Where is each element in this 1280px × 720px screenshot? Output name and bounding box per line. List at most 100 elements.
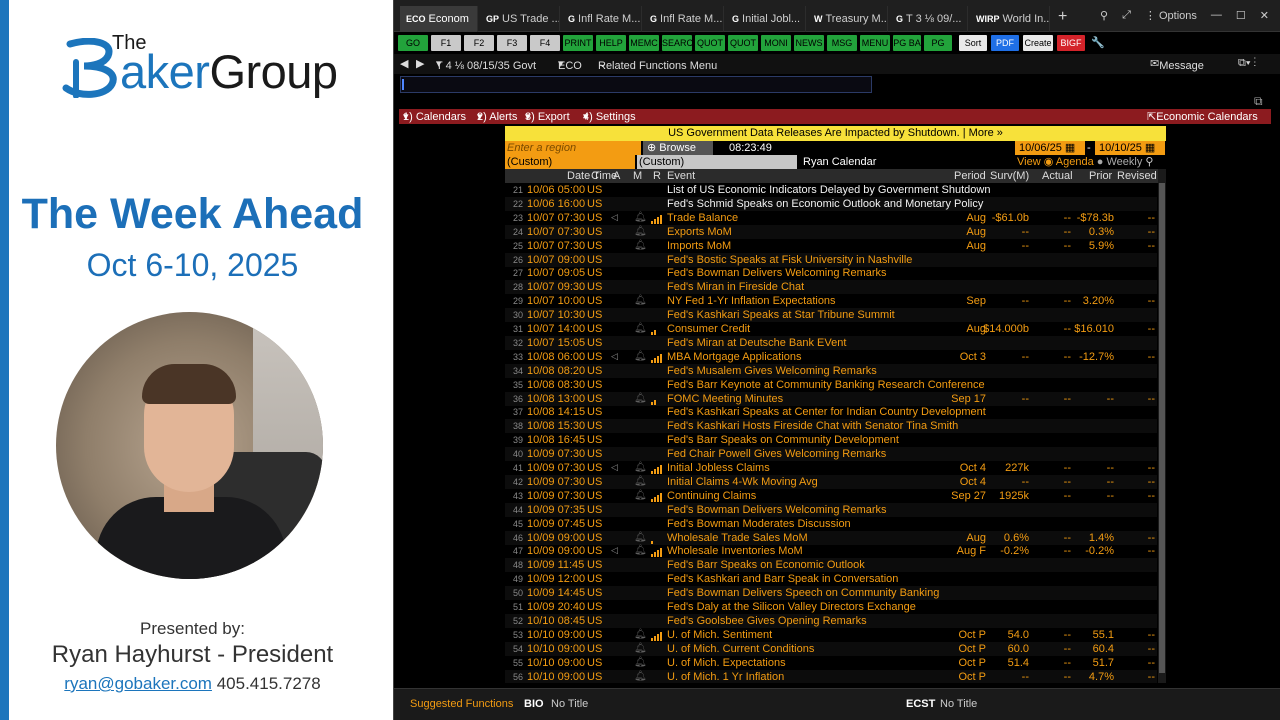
col-event[interactable]: Event (667, 170, 695, 182)
expand-icon[interactable]: ⤢ (1122, 9, 1131, 22)
fkey-quote-1[interactable]: QUOT (695, 35, 725, 51)
bigf-button[interactable]: BIGF (1057, 35, 1085, 51)
bell-icon[interactable]: 🔔︎ (634, 490, 647, 501)
table-row[interactable]: 50 10/09 14:45 US Fed's Bowman Delivers Spe… (505, 586, 1157, 601)
row-event[interactable]: Fed's Bowman Delivers Welcoming Remarks (667, 267, 887, 279)
table-row[interactable]: 38 10/08 15:30 US Fed's Kashkari Hosts Fire… (505, 419, 1157, 434)
row-event[interactable]: Fed's Miran in Fireside Chat (667, 281, 804, 293)
tab-eco[interactable]: ECO Econom (400, 6, 478, 32)
row-event[interactable]: List of US Economic Indicators Delayed b… (667, 184, 990, 196)
row-event[interactable]: MBA Mortgage Applications (667, 351, 802, 363)
table-row[interactable]: 52 10/10 08:45 US Fed's Goolsbee Gives Open… (505, 613, 1157, 628)
tab-infl-rate-1[interactable]: G Infl Rate M... (562, 6, 642, 32)
row-event[interactable]: Fed's Bostic Speaks at Fisk University i… (667, 254, 912, 266)
ecst-code[interactable]: ECST (906, 698, 935, 710)
person-icon[interactable]: ⚲ (1100, 9, 1108, 22)
fkey-memc[interactable]: MEMC (629, 35, 659, 51)
table-row[interactable]: 56 10/10 09:00 US 🔔︎ U. of Mich. 1 Yr Inflat… (505, 669, 1157, 683)
row-event[interactable]: Fed's Schmid Speaks on Economic Outlook … (667, 198, 983, 210)
bell-icon[interactable]: 🔔︎ (634, 476, 647, 487)
settings-menu[interactable]: 4) Settings ▾ (583, 110, 636, 123)
pop-out-icon[interactable]: ⧉ (1254, 94, 1263, 109)
row-event[interactable]: Trade Balance (667, 212, 738, 224)
col-actual[interactable]: Actual (1042, 170, 1073, 182)
fkey-go[interactable]: GO (398, 35, 428, 51)
table-row[interactable]: 46 10/09 09:00 US 🔔︎ Wholesale Trade Sales M… (505, 530, 1157, 545)
row-event[interactable]: Fed's Goolsbee Gives Opening Remarks (667, 615, 867, 627)
table-row[interactable]: 43 10/09 07:30 US 🔔︎ Continuing Claims Sep 27… (505, 489, 1157, 503)
table-row[interactable]: 39 10/08 16:45 US Fed's Barr Speaks on Comm… (505, 433, 1157, 447)
region-input[interactable]: Enter a region (505, 141, 641, 155)
row-event[interactable]: Continuing Claims (667, 490, 756, 502)
bell-icon[interactable]: 🔔︎ (634, 629, 647, 640)
options-menu[interactable]: ⋮ Options (1145, 9, 1197, 22)
bell-icon[interactable]: 🔔︎ (634, 657, 647, 668)
row-event[interactable]: U. of Mich. Current Conditions (667, 643, 814, 655)
table-row[interactable]: 55 10/10 09:00 US 🔔︎ U. of Mich. Expectation… (505, 656, 1157, 670)
create-button[interactable]: Create (1023, 35, 1053, 51)
security-selector[interactable]: T 4 ⅛ 08/15/35 Govt ▾ (436, 57, 536, 72)
speaker-icon[interactable]: ◁ (611, 545, 618, 556)
back-arrow-icon[interactable]: ◀ (400, 57, 408, 70)
bell-icon[interactable]: 🔔︎ (634, 351, 647, 362)
fkey-print[interactable]: PRINT (563, 35, 593, 51)
sort-button[interactable]: Sort (959, 35, 987, 51)
table-row[interactable]: 40 10/09 07:30 US Fed Chair Powell Gives We… (505, 447, 1157, 462)
bell-icon[interactable]: 🔔︎ (634, 532, 647, 543)
table-row[interactable]: 48 10/09 11:45 US Fed's Barr Speaks on Econ… (505, 558, 1157, 573)
bell-icon[interactable]: 🔔︎ (634, 212, 647, 223)
tab-initial-jobless[interactable]: G Initial Jobl... (726, 6, 806, 32)
bell-icon[interactable]: 🔔︎ (634, 393, 647, 404)
fkey-page-back[interactable]: PG BA (893, 35, 921, 51)
economic-calendars-link[interactable]: ⇱ Economic Calendars (1147, 110, 1258, 123)
suggested-functions-label[interactable]: Suggested Functions (410, 698, 513, 710)
row-event[interactable]: FOMC Meeting Minutes (667, 393, 783, 405)
table-row[interactable]: 26 10/07 09:00 US Fed's Bostic Speaks at Fi… (505, 252, 1157, 267)
wrench-icon[interactable]: 🔧 (1091, 35, 1105, 51)
row-event[interactable]: Fed's Kashkari Speaks at Center for Indi… (667, 406, 986, 418)
row-event[interactable]: U. of Mich. Sentiment (667, 629, 772, 641)
table-row[interactable]: 49 10/09 12:00 US Fed's Kashkari and Barr S… (505, 572, 1157, 586)
table-row[interactable]: 53 10/10 09:00 US 🔔︎ U. of Mich. Sentiment Oc… (505, 628, 1157, 642)
row-event[interactable]: Fed's Barr Speaks on Community Developme… (667, 434, 899, 446)
row-event[interactable]: Initial Jobless Claims (667, 462, 770, 474)
weekly-radio[interactable]: ● Weekly (1097, 156, 1143, 168)
col-c[interactable]: C (591, 170, 599, 182)
col-m[interactable]: M (633, 170, 642, 182)
table-row[interactable]: 36 10/08 13:00 US 🔔︎ FOMC Meeting Minutes Sep… (505, 391, 1157, 406)
pdf-button[interactable]: PDF (991, 35, 1019, 51)
row-event[interactable]: Wholesale Trade Sales MoM (667, 532, 808, 544)
start-date-field[interactable]: 10/06/25 ▦ (1015, 141, 1085, 155)
agenda-radio[interactable]: ◉ Agenda (1044, 156, 1094, 168)
maximize-icon[interactable]: ☐ (1236, 9, 1246, 22)
fkey-help[interactable]: HELP (596, 35, 626, 51)
row-event[interactable]: Fed's Barr Keynote at Community Banking … (667, 379, 985, 391)
row-event[interactable]: Fed's Kashkari Speaks at Star Tribune Su… (667, 309, 895, 321)
panel-menu-icon[interactable]: ⧉▾ ⋮ (1238, 57, 1256, 70)
export-menu[interactable]: 3) Export ▾ (525, 110, 570, 123)
row-event[interactable]: Fed's Bowman Delivers Welcoming Remarks (667, 504, 887, 516)
row-event[interactable]: Exports MoM (667, 226, 732, 238)
table-row[interactable]: 54 10/10 09:00 US 🔔︎ U. of Mich. Current Con… (505, 641, 1157, 656)
row-event[interactable]: Consumer Credit (667, 323, 750, 335)
table-row[interactable]: 35 10/08 08:30 US Fed's Barr Keynote at Com… (505, 378, 1157, 392)
related-functions-menu[interactable]: Related Functions Menu ⌄ (598, 57, 717, 72)
search-icon[interactable]: ⚲ (1145, 156, 1153, 168)
table-row[interactable]: 30 10/07 10:30 US Fed's Kashkari Speaks at … (505, 308, 1157, 323)
fkey-msg[interactable]: MSG (827, 35, 857, 51)
table-row[interactable]: 34 10/08 08:20 US Fed's Musalem Gives Welco… (505, 363, 1157, 378)
table-row[interactable]: 44 10/09 07:35 US Fed's Bowman Delivers Wel… (505, 502, 1157, 517)
table-row[interactable]: 33 10/08 06:00 US ◁ 🔔︎ MBA Mortgage Applicati… (505, 350, 1157, 364)
table-row[interactable]: 22 10/06 16:00 US Fed's Schmid Speaks on Ec… (505, 196, 1157, 211)
table-row[interactable]: 29 10/07 10:00 US 🔔︎ NY Fed 1-Yr Inflation E… (505, 294, 1157, 308)
browse-button[interactable]: ⊕ Browse (643, 141, 713, 155)
fkey-monitor[interactable]: MONI (761, 35, 791, 51)
row-event[interactable]: Initial Claims 4-Wk Moving Avg (667, 476, 818, 488)
fkey-f4[interactable]: F4 (530, 35, 560, 51)
speaker-icon[interactable]: ◁ (611, 462, 618, 473)
row-event[interactable]: U. of Mich. 1 Yr Inflation (667, 671, 784, 683)
fkey-f1[interactable]: F1 (431, 35, 461, 51)
fkey-news[interactable]: NEWS (794, 35, 824, 51)
row-event[interactable]: Fed's Musalem Gives Welcoming Remarks (667, 365, 877, 377)
row-event[interactable]: NY Fed 1-Yr Inflation Expectations (667, 295, 836, 307)
